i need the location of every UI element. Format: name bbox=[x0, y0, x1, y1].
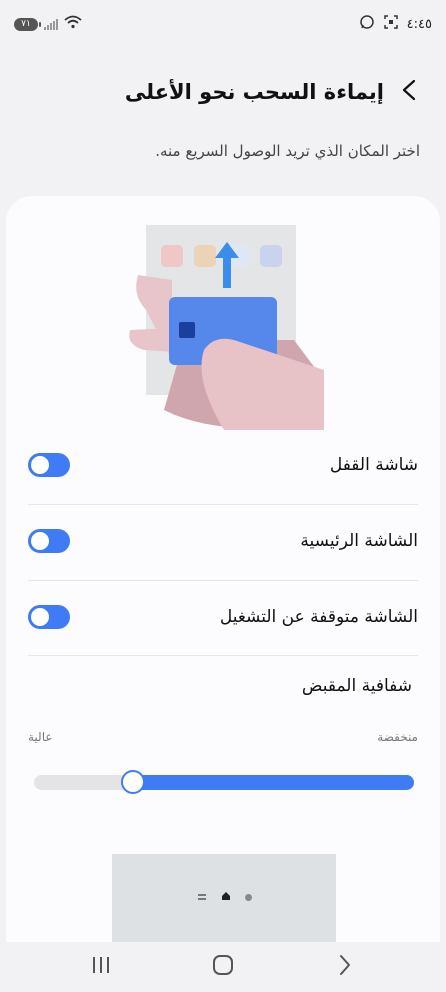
swipe-up-illustration bbox=[124, 220, 334, 430]
recents-preview-icon bbox=[197, 890, 207, 905]
page-subtitle: اختر المكان الذي تريد الوصول السريع منه. bbox=[155, 142, 420, 160]
back-nav-button[interactable] bbox=[325, 947, 365, 987]
divider bbox=[28, 655, 418, 656]
header: إيماءة السحب نحو الأعلى bbox=[0, 68, 446, 116]
whatsapp-icon bbox=[359, 14, 375, 34]
slider-fill bbox=[132, 775, 414, 790]
chevron-right-icon bbox=[401, 79, 417, 105]
signal-icon bbox=[44, 18, 58, 30]
handle-preview bbox=[112, 854, 336, 942]
slider-labels: عالية منخفضة bbox=[28, 730, 418, 744]
high-label: عالية bbox=[28, 730, 53, 744]
lock-screen-label: شاشة القفل bbox=[329, 455, 418, 475]
status-bar: ٧١ ٤:٤٥ bbox=[0, 0, 446, 48]
transparency-slider[interactable] bbox=[34, 770, 414, 794]
home-button[interactable] bbox=[203, 947, 243, 987]
low-label: منخفضة bbox=[377, 730, 418, 744]
slider-thumb[interactable] bbox=[120, 770, 145, 794]
back-icon bbox=[338, 954, 352, 980]
wifi-icon bbox=[64, 15, 82, 33]
clock-time: ٤:٤٥ bbox=[406, 16, 432, 32]
toggle-knob bbox=[31, 608, 49, 626]
status-right: ٤:٤٥ bbox=[359, 14, 432, 34]
screen-off-label: الشاشة متوقفة عن التشغيل bbox=[219, 607, 418, 627]
recents-icon bbox=[90, 955, 112, 979]
lock-screen-toggle[interactable] bbox=[28, 453, 70, 477]
screen-off-toggle[interactable] bbox=[28, 605, 70, 629]
handle-transparency-title: شفافية المقبض bbox=[301, 676, 412, 696]
navigation-bar bbox=[0, 942, 446, 992]
home-screen-label: الشاشة الرئيسية bbox=[300, 531, 418, 551]
battery-icon: ٧١ bbox=[14, 17, 41, 31]
page-title: إيماءة السحب نحو الأعلى bbox=[124, 80, 384, 104]
home-preview-icon bbox=[221, 890, 231, 905]
home-screen-row[interactable]: الشاشة الرئيسية bbox=[28, 504, 418, 578]
settings-card: شاشة القفل الشاشة الرئيسية الشاشة متوقفة… bbox=[6, 196, 440, 942]
lock-screen-row[interactable]: شاشة القفل bbox=[28, 428, 418, 502]
home-icon bbox=[212, 954, 234, 980]
home-screen-toggle[interactable] bbox=[28, 529, 70, 553]
recents-button[interactable] bbox=[81, 947, 121, 987]
screenshot-icon bbox=[383, 14, 399, 34]
preview-nav bbox=[112, 890, 336, 905]
back-button[interactable] bbox=[394, 77, 424, 107]
status-left: ٧١ bbox=[14, 15, 82, 33]
screen-off-row[interactable]: الشاشة متوقفة عن التشغيل bbox=[28, 580, 418, 654]
toggle-knob bbox=[31, 456, 49, 474]
toggle-knob bbox=[31, 532, 49, 550]
back-preview-icon bbox=[244, 894, 252, 901]
